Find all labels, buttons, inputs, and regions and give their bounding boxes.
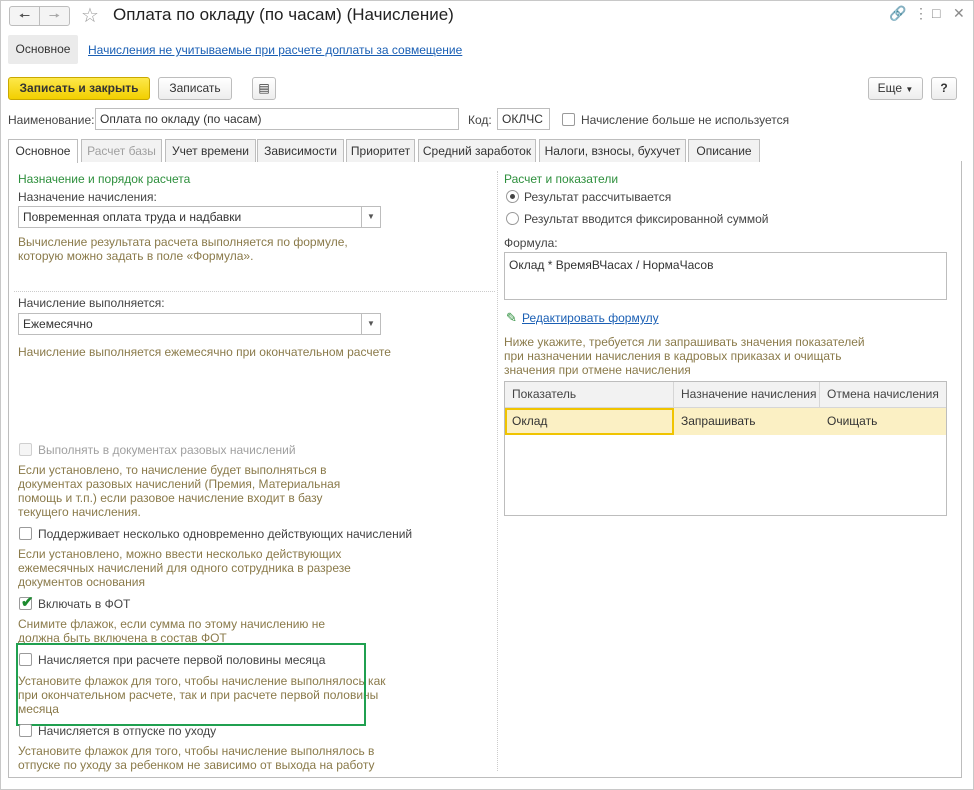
tab-description[interactable]: Описание: [688, 139, 760, 162]
multiple-hint-2: ежемесячных начислений для одного сотруд…: [18, 561, 351, 575]
column-divider: [497, 171, 498, 771]
purpose-hint-2: которую можно задать в поле «Формула».: [18, 249, 254, 263]
star-icon[interactable]: ☆: [81, 3, 99, 28]
period-hint: Начисление выполняется ежемесячно при ок…: [18, 345, 391, 359]
table-cell-cancellation[interactable]: Очищать: [820, 408, 946, 435]
multiple-hint-3: документов основания: [18, 575, 145, 589]
purpose-hint-1: Вычисление результата расчета выполняетс…: [18, 235, 348, 249]
one-time-hint-4: текущего начисления.: [18, 505, 141, 519]
unused-checkbox[interactable]: [562, 113, 575, 126]
calc-group-title: Расчет и показатели: [504, 172, 619, 186]
tab-base-calc[interactable]: Расчет базы: [81, 139, 162, 162]
column-header-assignment[interactable]: Назначение начисления: [674, 382, 820, 408]
save-and-close-button[interactable]: Записать и закрыть: [8, 77, 150, 100]
radio-calculated-label: Результат рассчитывается: [524, 190, 672, 204]
tab-time-accounting[interactable]: Учет времени: [165, 139, 256, 162]
maximize-icon[interactable]: □: [932, 5, 940, 21]
name-label: Наименование:: [8, 113, 95, 127]
help-button[interactable]: ?: [931, 77, 957, 100]
indicators-hint-3: значения при отмене начисления: [504, 363, 691, 377]
tab-priority[interactable]: Приоритет: [346, 139, 415, 162]
section-divider: [14, 291, 495, 292]
forward-button[interactable]: 🠖: [39, 6, 70, 26]
leave-label: Начисляется в отпуске по уходу: [38, 724, 217, 738]
period-select[interactable]: Ежемесячно ▼: [18, 313, 381, 335]
close-icon[interactable]: ✕: [953, 5, 965, 22]
tab-taxes[interactable]: Налоги, взносы, бухучет: [539, 139, 686, 162]
leave-hint-1: Установите флажок для того, чтобы начисл…: [18, 744, 375, 758]
radio-fixed-label: Результат вводится фиксированной суммой: [524, 212, 769, 226]
section-link-excluded-accruals[interactable]: Начисления не учитываемые при расчете до…: [88, 43, 462, 57]
multiple-label: Поддерживает несколько одновременно дейс…: [38, 527, 413, 541]
fot-hint-1: Снимите флажок, если сумма по этому начи…: [18, 617, 326, 631]
pencil-icon: ✎: [506, 310, 517, 325]
tab-dependencies[interactable]: Зависимости: [257, 139, 344, 162]
tab-average-earnings[interactable]: Средний заработок: [418, 139, 536, 162]
save-button[interactable]: Записать: [158, 77, 232, 100]
highlight-frame: [16, 643, 366, 726]
one-time-hint-3: помощь и т.п.) если разовое начисление в…: [18, 491, 323, 505]
table-row[interactable]: Оклад Запрашивать Очищать: [505, 408, 946, 435]
leave-checkbox[interactable]: [19, 724, 32, 737]
formula-field[interactable]: Оклад * ВремяВЧасах / НормаЧасов: [504, 252, 947, 300]
purpose-group-title: Назначение и порядок расчета: [18, 172, 191, 186]
radio-fixed[interactable]: [506, 212, 519, 225]
formula-label: Формула:: [504, 236, 558, 250]
fot-label: Включать в ФОТ: [38, 597, 131, 611]
purpose-label: Назначение начисления:: [18, 190, 157, 204]
back-icon: 🠔: [18, 8, 31, 23]
unused-label: Начисление больше не используется: [581, 113, 790, 127]
one-time-label: Выполнять в документах разовых начислени…: [38, 443, 296, 457]
document-icon: ▤: [258, 81, 270, 95]
indicators-hint-1: Ниже укажите, требуется ли запрашивать з…: [504, 335, 865, 349]
forward-icon: 🠖: [48, 8, 61, 23]
indicators-hint-2: при назначении начисления в кадровых при…: [504, 349, 842, 363]
table-cell-indicator[interactable]: Оклад: [505, 408, 674, 435]
leave-hint-2: отпуске по уходу за ребенком не зависимо…: [18, 758, 375, 772]
checkmark-icon: ✔: [21, 594, 34, 611]
multiple-hint-1: Если установлено, можно ввести несколько…: [18, 547, 342, 561]
dropdown-icon[interactable]: ▼: [361, 314, 380, 334]
purpose-select[interactable]: Повременная оплата труда и надбавки ▼: [18, 206, 381, 228]
edit-formula-link[interactable]: Редактировать формулу: [522, 311, 659, 325]
more-icon[interactable]: ⋮: [914, 5, 928, 22]
dropdown-icon[interactable]: ▼: [361, 207, 380, 227]
column-header-indicator[interactable]: Показатель: [505, 382, 674, 408]
back-button[interactable]: 🠔: [9, 6, 40, 26]
section-main[interactable]: Основное: [8, 35, 78, 64]
tab-main[interactable]: Основное: [8, 139, 78, 163]
document-button[interactable]: ▤: [252, 77, 276, 100]
column-header-cancellation[interactable]: Отмена начисления: [820, 382, 946, 408]
more-actions-button[interactable]: Еще ▼: [868, 77, 923, 100]
one-time-checkbox[interactable]: [19, 443, 32, 456]
fot-checkbox[interactable]: ✔: [19, 594, 34, 611]
one-time-hint-1: Если установлено, то начисление будет вы…: [18, 463, 327, 477]
one-time-hint-2: документах разовых начислений (Премия, М…: [18, 477, 341, 491]
table-cell-assignment[interactable]: Запрашивать: [674, 408, 820, 435]
indicators-table: Показатель Назначение начисления Отмена …: [504, 381, 947, 516]
window-title: Оплата по окладу (по часам) (Начисление): [113, 5, 454, 24]
name-field[interactable]: Оплата по окладу (по часам): [95, 108, 459, 130]
chevron-down-icon: ▼: [905, 85, 914, 94]
period-label: Начисление выполняется:: [18, 296, 165, 310]
code-field[interactable]: ОКЛЧС: [497, 108, 550, 130]
radio-calculated[interactable]: [506, 190, 519, 203]
link-icon[interactable]: 🔗: [889, 5, 906, 22]
multiple-checkbox[interactable]: [19, 527, 32, 540]
code-label: Код:: [468, 113, 492, 127]
